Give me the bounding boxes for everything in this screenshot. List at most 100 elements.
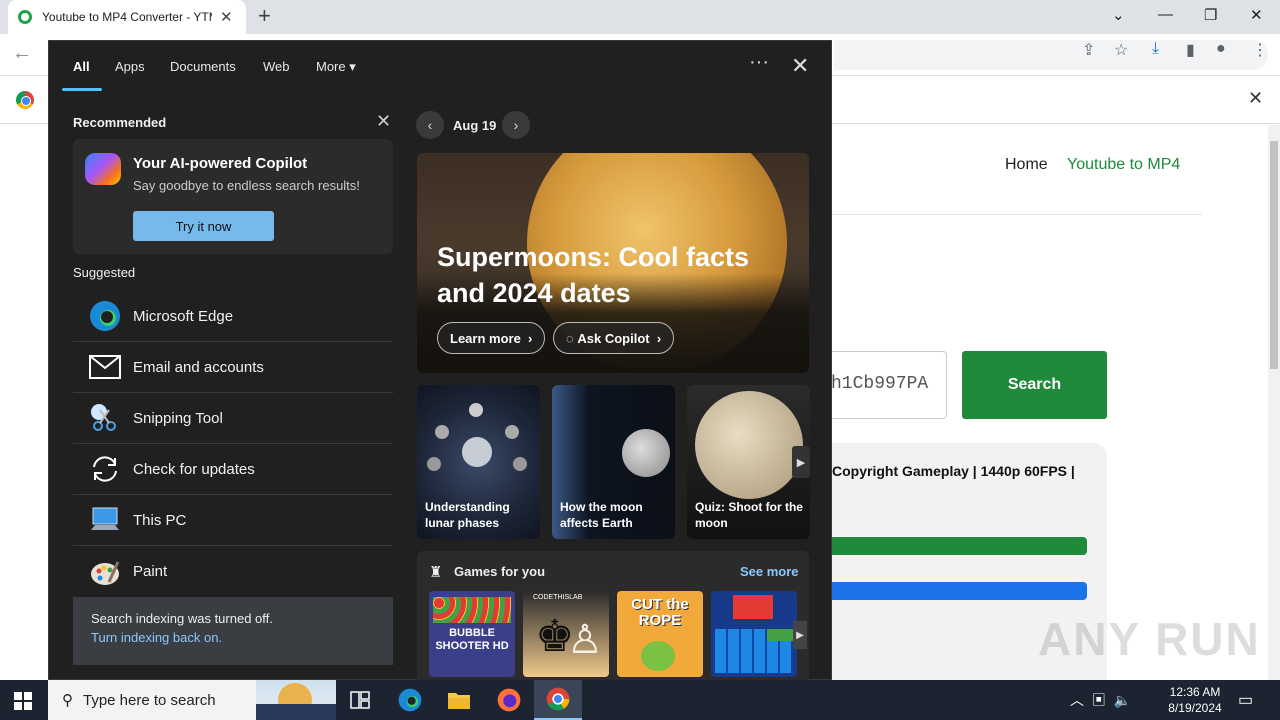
tab-web[interactable]: Web xyxy=(263,59,290,74)
page-scrollbar[interactable] xyxy=(1268,125,1280,680)
suggested-item-email[interactable]: Email and accounts xyxy=(73,342,393,393)
task-view-icon[interactable] xyxy=(336,680,384,720)
suggested-label: Email and accounts xyxy=(133,358,264,376)
edge-icon xyxy=(89,300,121,332)
volume-icon[interactable]: 🔈 xyxy=(1114,692,1131,708)
suggested-label: Paint xyxy=(133,563,168,580)
share-icon[interactable]: ⇪ xyxy=(1082,40,1095,60)
result-title: Copyright Gameplay | 1440p 60FPS | xyxy=(832,463,1075,479)
search-highlight-image[interactable] xyxy=(256,680,336,720)
tab-documents[interactable]: Documents xyxy=(170,59,236,74)
game-tile-label: CODETHISLAB xyxy=(533,594,583,601)
system-tray[interactable]: ︿ ▣ 🔈 xyxy=(1070,690,1131,710)
windows-search-panel: All Apps Documents Web More ▾ ··· ✕ Reco… xyxy=(48,40,832,681)
games-next-arrow-icon[interactable]: ▶ xyxy=(793,621,807,649)
suggested-item-snipping[interactable]: Snipping Tool xyxy=(73,393,393,444)
suggested-item-edge[interactable]: Microsoft Edge xyxy=(73,291,393,342)
profile-avatar-icon[interactable]: ● xyxy=(1216,40,1226,58)
back-arrow-icon[interactable]: ← xyxy=(12,42,32,65)
network-icon[interactable]: ▣ xyxy=(1092,692,1106,708)
minimize-button[interactable]: — xyxy=(1158,6,1173,23)
download-alt-bar[interactable] xyxy=(832,582,1087,600)
url-input[interactable]: h1Cb997PA xyxy=(832,351,947,419)
recommended-close-icon[interactable]: ✕ xyxy=(376,111,391,132)
suggested-item-paint[interactable]: Paint xyxy=(73,546,393,597)
nav-divider xyxy=(832,214,1202,215)
tab-title: Youtube to MP4 Converter - YTMP xyxy=(42,10,212,24)
supermoon-hero-card[interactable]: Supermoons: Cool facts and 2024 dates Le… xyxy=(417,153,809,373)
card-moon-earth[interactable]: How the moon affects Earth xyxy=(552,385,675,539)
chrome-taskbar-icon[interactable] xyxy=(534,680,582,720)
card-lunar-phases[interactable]: Understanding lunar phases xyxy=(417,385,540,539)
suggested-label: Check for updates xyxy=(133,460,255,478)
clock-date: 8/19/2024 xyxy=(1168,701,1222,715)
clock-time: 12:36 AM xyxy=(1169,685,1221,699)
game-tile-label: BUBBLE SHOOTER HD xyxy=(435,627,509,652)
tab-search-icon[interactable]: ⌄ xyxy=(1112,6,1125,24)
search-button[interactable]: Search xyxy=(962,351,1107,419)
next-date-button[interactable]: › xyxy=(502,111,530,139)
tab-more[interactable]: More ▾ xyxy=(316,59,356,75)
file-explorer-icon[interactable] xyxy=(435,680,483,720)
close-panel-icon[interactable]: ✕ xyxy=(791,53,809,79)
chevron-right-icon: › xyxy=(528,330,533,346)
games-section: ♜ Games for you See more BUBBLE SHOOTER … xyxy=(417,551,809,681)
maximize-button[interactable]: ❐ xyxy=(1204,6,1217,24)
scrollbar-thumb[interactable] xyxy=(1270,141,1278,369)
side-panel-icon[interactable]: ▮ xyxy=(1186,40,1195,60)
see-more-link[interactable]: See more xyxy=(740,564,799,579)
learn-more-button[interactable]: Learn more › xyxy=(437,322,546,354)
nav-youtube-mp4-link[interactable]: Youtube to MP4 xyxy=(1067,156,1180,174)
pc-icon xyxy=(89,504,121,536)
more-options-icon[interactable]: ··· xyxy=(749,51,769,74)
search-icon: ⚲ xyxy=(62,692,73,709)
game-bubble-shooter[interactable]: BUBBLE SHOOTER HD xyxy=(429,591,515,677)
prev-date-button[interactable]: ‹ xyxy=(416,111,444,139)
games-icon: ♜ xyxy=(429,564,443,581)
caret-down-icon: ▾ xyxy=(349,59,356,74)
hero-title: Supermoons: Cool facts and 2024 dates xyxy=(437,242,750,308)
download-icon[interactable]: ⤓ xyxy=(1152,40,1159,58)
date-label: Aug 19 xyxy=(453,118,497,133)
palette-icon xyxy=(89,556,121,588)
edge-taskbar-icon[interactable] xyxy=(386,680,434,720)
chess-pawn-icon: ♙ xyxy=(567,618,603,662)
infobar-close-icon[interactable]: ✕ xyxy=(1248,88,1263,109)
site-favicon-icon xyxy=(18,10,32,24)
windows-start-icon[interactable] xyxy=(14,692,32,710)
chevron-up-icon[interactable]: ︿ xyxy=(1070,692,1084,708)
game-blocks[interactable] xyxy=(711,591,797,677)
copilot-title: Your AI-powered Copilot xyxy=(133,155,308,172)
taskbar-clock[interactable]: 12:36 AM 8/19/2024 xyxy=(1160,684,1230,716)
nav-home-link[interactable]: Home xyxy=(1005,156,1048,174)
bookmark-star-icon[interactable]: ☆ xyxy=(1114,40,1128,60)
tab-all[interactable]: All xyxy=(73,59,90,74)
window-close-button[interactable]: ✕ xyxy=(1250,6,1263,24)
new-tab-button[interactable]: + xyxy=(258,5,271,27)
browser-tab[interactable]: Youtube to MP4 Converter - YTMP ✕ xyxy=(8,0,246,34)
firefox-icon[interactable] xyxy=(485,680,533,720)
suggested-label: This PC xyxy=(133,511,187,529)
card-label: Understanding lunar phases xyxy=(425,500,510,530)
game-cut-the-rope[interactable]: CUT the ROPE xyxy=(617,591,703,677)
suggested-item-this-pc[interactable]: This PC xyxy=(73,495,393,546)
chat-bubble-icon: ◌ xyxy=(566,330,574,346)
cards-next-arrow-icon[interactable]: ▶ xyxy=(792,446,810,478)
address-bar[interactable] xyxy=(834,40,1268,70)
tab-close-icon[interactable]: ✕ xyxy=(220,8,233,26)
copilot-subtitle: Say goodbye to endless search results! xyxy=(133,178,360,193)
om-nom-icon xyxy=(641,641,675,671)
notification-icon[interactable]: ▭ xyxy=(1238,690,1253,710)
windows-taskbar: ⚲ Type here to search ︿ ▣ 🔈 12:36 AM 8/1… xyxy=(0,680,1280,720)
download-mp4-bar[interactable] xyxy=(832,537,1087,555)
game-chess[interactable]: CODETHISLAB ♚ ♙ xyxy=(523,591,609,677)
ask-copilot-button[interactable]: ◌ Ask Copilot › xyxy=(553,322,675,354)
indexing-notice: Search indexing was turned off. Turn ind… xyxy=(73,597,393,665)
anyrun-watermark: ANY RUN xyxy=(1038,613,1261,665)
menu-kebab-icon[interactable]: ⋮ xyxy=(1252,40,1268,60)
suggested-item-updates[interactable]: Check for updates xyxy=(73,444,393,495)
tab-apps[interactable]: Apps xyxy=(115,59,145,74)
games-title: Games for you xyxy=(454,564,546,579)
try-it-now-button[interactable]: Try it now xyxy=(133,211,274,241)
turn-indexing-on-link[interactable]: Turn indexing back on. xyxy=(91,630,375,645)
